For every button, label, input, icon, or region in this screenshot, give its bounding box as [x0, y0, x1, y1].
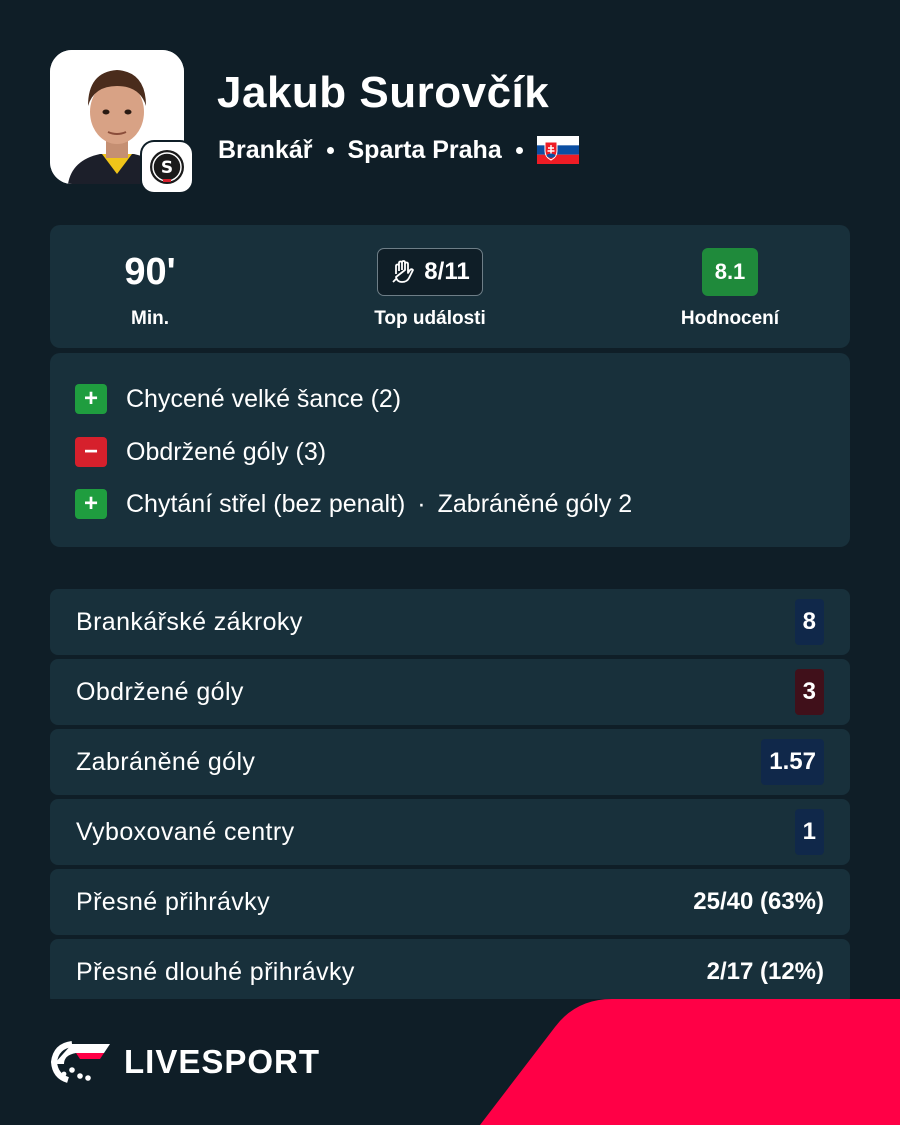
stat-name: Vyboxované centry	[76, 817, 295, 846]
stat-name: Přesné dlouhé přihrávky	[76, 957, 355, 986]
stat-row: Obdržené góly 3	[50, 659, 850, 725]
player-meta: Brankář Sparta Praha	[218, 134, 579, 166]
player-name: Jakub Surovčík	[217, 68, 550, 117]
club-badge: S	[142, 142, 192, 192]
rating-badge: 8.1	[702, 248, 758, 296]
rating-label: Hodnocení	[680, 308, 780, 329]
player-position: Brankář	[218, 135, 313, 164]
top-events-pill: 8/11	[377, 248, 483, 296]
stat-row: Zabráněné góly 1.57	[50, 729, 850, 795]
separator-dot	[326, 146, 334, 154]
livesport-logo: LIVESPORT	[50, 1040, 320, 1084]
event-extra: Zabráněné góly 2	[437, 489, 633, 518]
top-events-label: Top události	[374, 308, 486, 329]
minutes-value: 90'	[124, 250, 176, 293]
top-events-value: 8/11	[424, 258, 470, 285]
livesport-logo-icon	[50, 1041, 110, 1083]
slovakia-flag-icon	[536, 136, 579, 164]
stat-row: Brankářské zákroky 8	[50, 589, 850, 655]
club-badge-letter: S	[161, 158, 173, 178]
event-item: − Obdržené góly (3)	[75, 437, 326, 467]
player-club: Sparta Praha	[347, 135, 502, 164]
event-text: Obdržené góly (3)	[126, 437, 327, 466]
livesport-logo-text: LIVESPORT	[124, 1043, 321, 1080]
stat-name: Brankářské zákroky	[76, 607, 303, 636]
event-separator: ·	[417, 489, 426, 518]
stat-row: Přesné dlouhé přihrávky 2/17 (12%)	[50, 939, 850, 1005]
minutes-label: Min.	[131, 308, 169, 329]
top-events-stat: 8/11 Top události	[350, 225, 510, 348]
stat-name: Přesné přihrávky	[76, 887, 270, 916]
stat-value: 1.57	[761, 739, 824, 785]
stat-value: 2/17 (12%)	[706, 958, 824, 985]
event-item: + Chycené velké šance (2)	[75, 384, 401, 414]
stat-row: Vyboxované centry 1	[50, 799, 850, 865]
minutes-stat: 90' Min.	[90, 225, 210, 348]
event-text: Chycené velké šance (2)	[126, 384, 402, 413]
plus-icon: +	[75, 489, 107, 519]
stat-name: Zabráněné góly	[76, 747, 256, 776]
goalkeeper-glove-icon	[392, 260, 415, 283]
stat-value: 3	[794, 669, 824, 715]
minus-icon: −	[75, 437, 107, 467]
summary-card: 90' Min. 8/11 Top události 8.1 Hodnocení	[50, 225, 850, 348]
rating-stat: 8.1 Hodnocení	[650, 225, 810, 348]
stat-name: Obdržené góly	[76, 677, 244, 706]
separator-dot	[515, 146, 523, 154]
plus-icon: +	[75, 384, 107, 414]
event-text: Chytání střel (bez penalt)	[126, 489, 406, 518]
event-item: + Chytání střel (bez penalt) · Zabráněné…	[75, 489, 632, 519]
stat-value: 1	[794, 809, 824, 855]
stat-value: 25/40 (63%)	[693, 888, 824, 915]
stat-value: 8	[794, 599, 824, 645]
events-card: + Chycené velké šance (2) − Obdržené gól…	[50, 353, 850, 547]
stat-row: Přesné přihrávky 25/40 (63%)	[50, 869, 850, 935]
